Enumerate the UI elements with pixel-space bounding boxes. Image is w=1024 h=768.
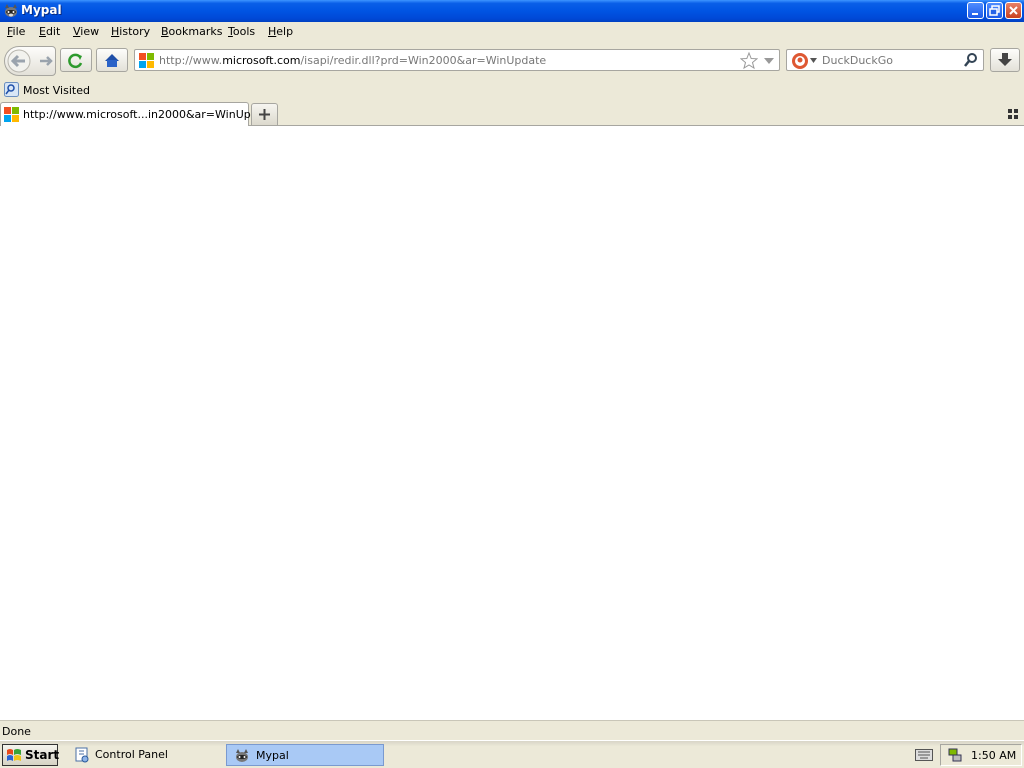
search-input[interactable]: DuckDuckGo xyxy=(822,54,893,67)
menu-tools[interactable]: Tools xyxy=(228,25,255,38)
search-icon[interactable] xyxy=(963,52,979,68)
forward-arrow-icon xyxy=(40,56,53,66)
window-title-bar[interactable]: Mypal xyxy=(0,0,1024,22)
clock: 1:50 AM xyxy=(971,749,1017,762)
control-panel-icon xyxy=(75,747,89,763)
menu-file[interactable]: File xyxy=(7,25,25,38)
tab-active[interactable]: http://www.microsoft...in2000&ar=WinUpda… xyxy=(0,102,276,126)
microsoft-favicon xyxy=(4,107,19,122)
microsoft-favicon xyxy=(139,53,154,68)
tab-title: http://www.microsoft...in2000&ar=WinUpda… xyxy=(23,108,276,121)
reload-icon xyxy=(68,53,83,69)
taskbar: Start Control Panel Mypal 1:50 AM xyxy=(0,740,1024,768)
status-bar: Done xyxy=(0,720,1024,740)
reload-button[interactable] xyxy=(60,48,92,72)
restore-icon xyxy=(989,5,1000,16)
dropdown-arrow-icon[interactable] xyxy=(763,56,775,66)
taskbar-item-control-panel[interactable]: Control Panel xyxy=(70,744,228,766)
restore-button[interactable] xyxy=(986,2,1003,19)
new-tab-plus-icon xyxy=(259,109,270,120)
url-text[interactable]: http://www.microsoft.com/isapi/redir.dll… xyxy=(159,54,546,67)
close-icon xyxy=(1009,6,1018,15)
url-bar[interactable]: http://www.microsoft.com/isapi/redir.dll… xyxy=(134,49,780,71)
minimize-button[interactable] xyxy=(967,2,984,19)
bookmarks-folder-icon xyxy=(4,82,19,97)
back-button[interactable] xyxy=(5,47,35,75)
network-tray-icon[interactable] xyxy=(947,747,963,763)
tab-strip: http://www.microsoft...in2000&ar=WinUpda… xyxy=(0,101,1024,126)
back-forward-group xyxy=(4,46,56,76)
taskbar-item-label: Control Panel xyxy=(95,748,168,761)
home-icon xyxy=(105,54,119,67)
menu-bar: File Edit View History Bookmarks Tools H… xyxy=(0,22,1024,42)
taskbar-item-mypal[interactable]: Mypal xyxy=(226,744,384,766)
menu-view[interactable]: View xyxy=(73,25,99,38)
status-text: Done xyxy=(2,725,31,738)
search-engine-dropdown-icon[interactable] xyxy=(810,58,818,64)
menu-edit[interactable]: Edit xyxy=(39,25,60,38)
mypal-raccoon-icon xyxy=(5,4,17,17)
forward-button[interactable] xyxy=(37,52,55,70)
bookmarks-toolbar: Most Visited xyxy=(0,80,1024,100)
back-arrow-icon xyxy=(7,49,31,73)
close-button[interactable] xyxy=(1005,2,1022,19)
new-tab-button[interactable] xyxy=(251,103,278,125)
tab-list-icon[interactable] xyxy=(1008,109,1019,120)
mypal-raccoon-icon xyxy=(236,749,248,762)
start-button[interactable]: Start xyxy=(2,744,60,766)
windows-flag-icon xyxy=(7,749,21,761)
bookmark-star-icon[interactable] xyxy=(740,52,758,70)
page-content[interactable] xyxy=(0,126,1024,720)
duckduckgo-icon[interactable] xyxy=(791,52,809,70)
menu-history[interactable]: History xyxy=(111,25,150,38)
start-label: Start xyxy=(25,748,60,762)
window-title: Mypal xyxy=(21,3,62,17)
menu-bookmarks[interactable]: Bookmarks xyxy=(161,25,222,38)
bookmark-most-visited[interactable]: Most Visited xyxy=(23,84,90,97)
home-button[interactable] xyxy=(96,48,128,72)
menu-help[interactable]: Help xyxy=(268,25,293,38)
downloads-button[interactable] xyxy=(990,48,1020,72)
download-icon xyxy=(998,53,1012,66)
minimize-icon xyxy=(972,13,978,15)
keyboard-icon[interactable] xyxy=(915,749,933,761)
system-tray: 1:50 AM xyxy=(940,744,1022,766)
taskbar-item-label: Mypal xyxy=(256,749,289,762)
search-bar[interactable]: DuckDuckGo xyxy=(786,49,984,71)
